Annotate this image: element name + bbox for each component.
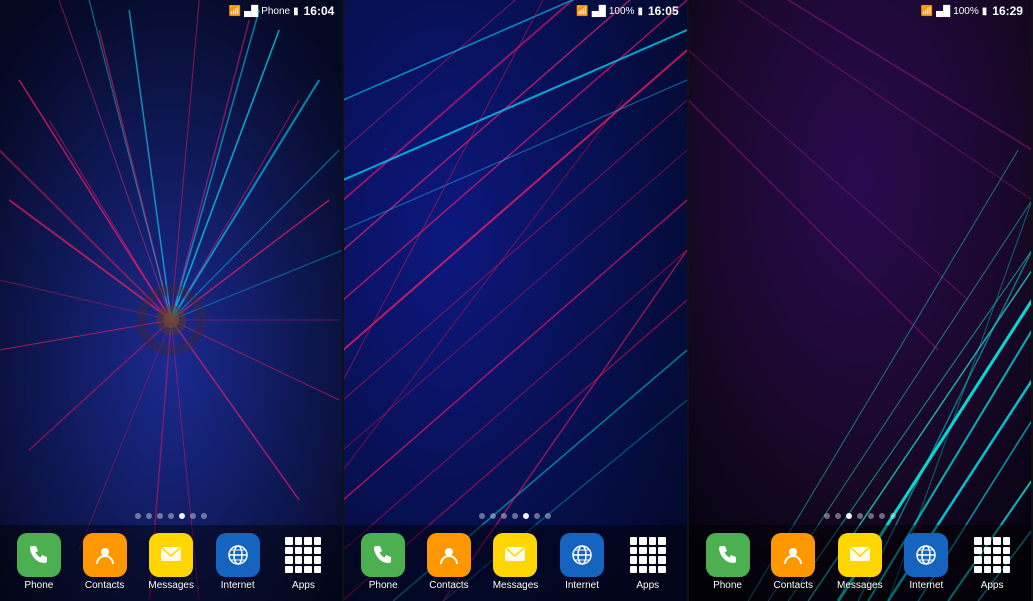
app-phone-2[interactable]: Phone <box>361 533 405 591</box>
app-messages-1[interactable]: Messages <box>148 533 194 591</box>
dot-2-7 <box>545 513 551 519</box>
wifi-icon-2: 📶 <box>576 6 588 17</box>
apps-icon-2 <box>626 533 670 577</box>
internet-icon-3 <box>904 533 948 577</box>
contacts-icon-1 <box>83 533 127 577</box>
battery-pct-3: 100% <box>953 6 979 17</box>
app-contacts-2[interactable]: Contacts <box>427 533 471 591</box>
apps-label-1: Apps <box>292 580 315 591</box>
messages-icon-3 <box>838 533 882 577</box>
app-apps-2[interactable]: Apps <box>626 533 670 591</box>
apps-icon-1 <box>281 533 325 577</box>
time-1: 16:04 <box>304 4 335 18</box>
app-contacts-3[interactable]: Contacts <box>771 533 815 591</box>
internet-icon-1 <box>216 533 260 577</box>
status-bar-3: 📶 ▄█ 100% ▮ 16:29 <box>689 0 1031 22</box>
dot-2-4 <box>512 513 518 519</box>
phone-screen-2: 📶 ▄█ 100% ▮ 16:05 Phone <box>344 0 688 601</box>
internet-icon-2 <box>560 533 604 577</box>
phone-icon-3 <box>706 533 750 577</box>
dot-2-3 <box>501 513 507 519</box>
app-messages-3[interactable]: Messages <box>837 533 883 591</box>
dot-3-5 <box>868 513 874 519</box>
messages-label-2: Messages <box>493 580 539 591</box>
dot-1-3 <box>157 513 163 519</box>
app-internet-2[interactable]: Internet <box>560 533 604 591</box>
wifi-icon-1: 📶 <box>229 6 241 17</box>
dot-1-1 <box>135 513 141 519</box>
dock-3: Phone Contacts Messages Internet <box>689 525 1031 601</box>
phone-label-1: Phone <box>24 580 53 591</box>
dock-2: Phone Contacts Messages Internet <box>344 525 686 601</box>
dot-2-2 <box>490 513 496 519</box>
battery-pct-2: 100% <box>609 6 635 17</box>
messages-icon-2 <box>493 533 537 577</box>
app-phone-1[interactable]: Phone <box>17 533 61 591</box>
dot-3-1 <box>824 513 830 519</box>
contacts-icon-2 <box>427 533 471 577</box>
contacts-icon-3 <box>771 533 815 577</box>
internet-label-1: Internet <box>221 580 255 591</box>
app-internet-1[interactable]: Internet <box>216 533 260 591</box>
signal-icon-3: ▄█ <box>936 6 950 17</box>
messages-label-1: Messages <box>148 580 194 591</box>
dock-area-2: Phone Contacts Messages Internet <box>344 507 686 601</box>
dot-1-2 <box>146 513 152 519</box>
contacts-label-1: Contacts <box>85 580 124 591</box>
phone-icon-1 <box>17 533 61 577</box>
messages-icon-1 <box>149 533 193 577</box>
wifi-icon-3: 📶 <box>921 6 933 17</box>
dock-area-3: Phone Contacts Messages Internet <box>689 507 1031 601</box>
app-contacts-1[interactable]: Contacts <box>83 533 127 591</box>
phone-label-2: Phone <box>369 580 398 591</box>
contacts-label-3: Contacts <box>774 580 813 591</box>
page-indicators-2 <box>344 507 686 525</box>
dot-3-7 <box>890 513 896 519</box>
apps-label-3: Apps <box>981 580 1004 591</box>
app-phone-3[interactable]: Phone <box>706 533 750 591</box>
battery-icon-3: ▮ <box>982 6 988 17</box>
dot-1-7 <box>201 513 207 519</box>
dot-3-2 <box>835 513 841 519</box>
dot-1-4 <box>168 513 174 519</box>
contacts-label-2: Contacts <box>429 580 468 591</box>
phone-icon-2 <box>361 533 405 577</box>
dot-2-1 <box>479 513 485 519</box>
signal-icon-2: ▄█ <box>592 6 606 17</box>
app-apps-1[interactable]: Apps <box>281 533 325 591</box>
battery-pct-1: Phone <box>261 6 290 17</box>
dot-2-5 <box>523 513 529 519</box>
app-internet-3[interactable]: Internet <box>904 533 948 591</box>
battery-icon-2: ▮ <box>637 6 643 17</box>
status-bar-1: 📶 ▄█ Phone ▮ 16:04 <box>0 0 342 22</box>
phone-screen-3: 📶 ▄█ 100% ▮ 16:29 Phone <box>689 0 1033 601</box>
page-indicators-3 <box>689 507 1031 525</box>
app-messages-2[interactable]: Messages <box>493 533 539 591</box>
dot-3-6 <box>879 513 885 519</box>
dot-1-6 <box>190 513 196 519</box>
apps-label-2: Apps <box>636 580 659 591</box>
dot-3-4 <box>857 513 863 519</box>
dock-1: Phone Contacts <box>0 525 342 601</box>
app-apps-3[interactable]: Apps <box>970 533 1014 591</box>
time-3: 16:29 <box>992 4 1023 18</box>
status-bar-2: 📶 ▄█ 100% ▮ 16:05 <box>344 0 686 22</box>
phone-screen-1: 📶 ▄█ Phone ▮ 16:04 Phone <box>0 0 344 601</box>
phone-label-3: Phone <box>713 580 742 591</box>
messages-label-3: Messages <box>837 580 883 591</box>
page-indicators-1 <box>0 507 342 525</box>
battery-icon-1: ▮ <box>293 6 299 17</box>
dot-3-3 <box>846 513 852 519</box>
internet-label-2: Internet <box>565 580 599 591</box>
dot-2-6 <box>534 513 540 519</box>
time-2: 16:05 <box>648 4 679 18</box>
dock-area-1: Phone Contacts <box>0 507 342 601</box>
apps-icon-3 <box>970 533 1014 577</box>
signal-icon-1: ▄█ <box>244 6 258 17</box>
dot-1-5 <box>179 513 185 519</box>
internet-label-3: Internet <box>909 580 943 591</box>
